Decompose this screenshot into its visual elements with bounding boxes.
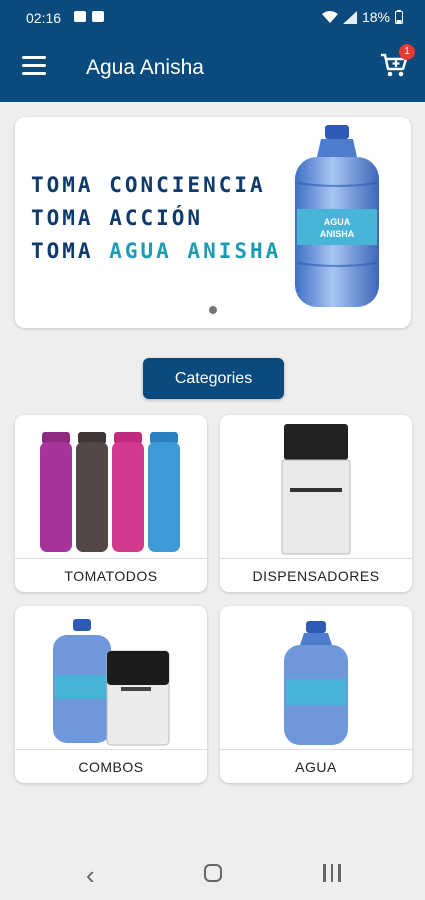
cart-button[interactable]: 1 bbox=[379, 44, 415, 80]
category-label: AGUA bbox=[220, 749, 412, 783]
status-right: 18% bbox=[321, 9, 403, 25]
tomatodos-image bbox=[15, 415, 207, 556]
promo-banner[interactable]: TOMA CONCIENCIA TOMA ACCIÓN TOMA AGUA AN… bbox=[15, 117, 411, 328]
category-label: DISPENSADORES bbox=[220, 558, 412, 592]
cart-count-badge: 1 bbox=[399, 44, 415, 60]
jug-label-1: AGUA bbox=[324, 217, 351, 227]
category-card-tomatodos[interactable]: TOMATODOS bbox=[15, 415, 207, 592]
notification-icons bbox=[74, 11, 104, 22]
categories-button[interactable]: Categories bbox=[143, 358, 284, 399]
menu-icon[interactable] bbox=[22, 56, 46, 76]
water-jug-image: AGUA ANISHA bbox=[295, 125, 379, 307]
battery-percent: 18% bbox=[361, 9, 390, 25]
recents-icon[interactable] bbox=[323, 864, 341, 882]
category-label: TOMATODOS bbox=[15, 558, 207, 592]
category-card-agua[interactable]: AGUA bbox=[220, 606, 412, 783]
wifi-icon bbox=[321, 10, 338, 23]
status-time: 02:16 bbox=[26, 10, 62, 26]
category-card-dispensadores[interactable]: DISPENSADORES bbox=[220, 415, 412, 592]
app-title: Agua Anisha bbox=[86, 56, 204, 79]
banner-slogan: TOMA CONCIENCIA TOMA ACCIÓN TOMA AGUA AN… bbox=[31, 169, 281, 268]
category-card-combos[interactable]: COMBOS bbox=[15, 606, 207, 783]
home-icon[interactable] bbox=[204, 864, 222, 882]
image-icon bbox=[92, 11, 104, 22]
system-nav-bar: ‹ bbox=[0, 844, 425, 900]
banner-line-1: TOMA CONCIENCIA bbox=[31, 173, 266, 197]
app-bar: Agua Anisha 1 bbox=[0, 36, 425, 102]
banner-line-3: TOMA AGUA ANISHA bbox=[31, 235, 281, 268]
battery-icon bbox=[395, 10, 403, 24]
carousel-dot bbox=[209, 306, 217, 314]
status-bar: 02:16 18% bbox=[0, 0, 425, 36]
message-icon bbox=[74, 11, 86, 22]
banner-line-3-accent: AGUA ANISHA bbox=[109, 239, 282, 263]
carousel-indicator bbox=[15, 306, 411, 314]
agua-image bbox=[220, 606, 412, 747]
back-icon[interactable]: ‹ bbox=[86, 860, 95, 891]
banner-line-3-prefix: TOMA bbox=[31, 239, 110, 263]
combos-image bbox=[15, 606, 207, 747]
jug-label-2: ANISHA bbox=[320, 229, 355, 239]
banner-line-2: TOMA ACCIÓN bbox=[31, 206, 204, 230]
category-label: COMBOS bbox=[15, 749, 207, 783]
signal-icon bbox=[342, 10, 357, 24]
dispensador-image bbox=[220, 415, 412, 556]
